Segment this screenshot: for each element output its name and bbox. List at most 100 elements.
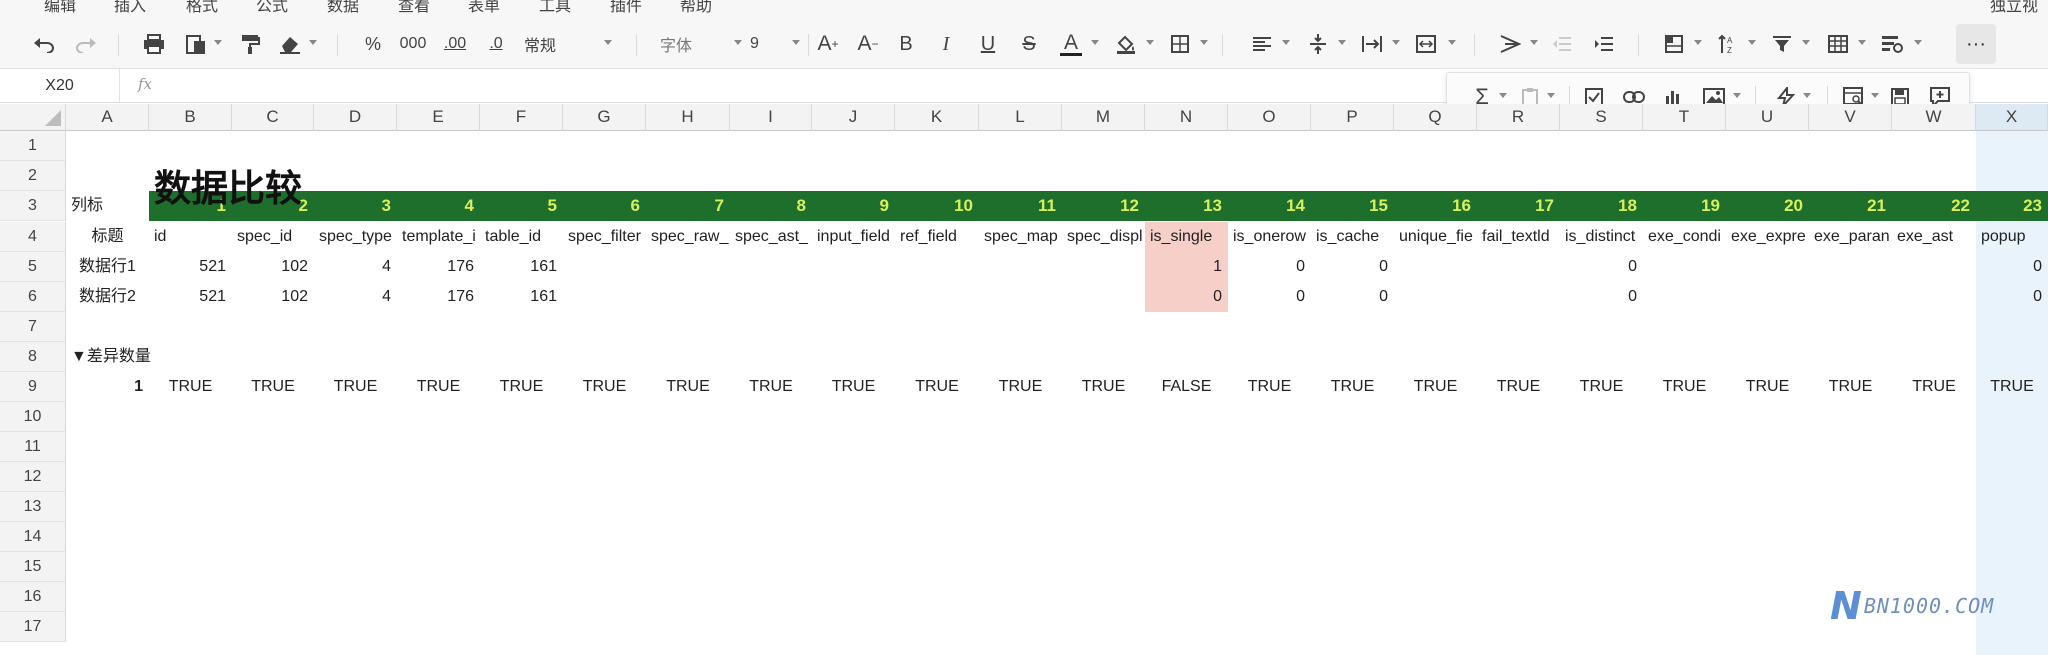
compare-result-cell[interactable]: TRUE — [812, 372, 895, 402]
column-number-cell[interactable]: 9 — [812, 191, 895, 221]
row-header-4[interactable]: 4 — [0, 222, 66, 252]
data-cell[interactable] — [1643, 282, 1726, 312]
data-cell[interactable] — [1809, 252, 1892, 282]
column-number-cell[interactable]: 8 — [730, 191, 812, 221]
data-cell[interactable] — [1643, 252, 1726, 282]
menu-insert[interactable]: 插入 — [114, 0, 146, 16]
number-format-dropdown-icon[interactable] — [604, 40, 612, 45]
column-header-o[interactable]: O — [1228, 104, 1311, 131]
borders-icon[interactable] — [1166, 28, 1194, 60]
field-header-cell[interactable]: is_cache — [1311, 222, 1394, 252]
data-cell[interactable] — [812, 282, 895, 312]
data-cell[interactable]: 0 — [1145, 282, 1228, 312]
sum-dropdown-icon[interactable] — [1499, 93, 1507, 98]
undo-icon[interactable] — [30, 28, 58, 60]
data-cell[interactable]: 176 — [397, 282, 480, 312]
borders-dropdown-icon[interactable] — [1200, 40, 1208, 45]
data-cell[interactable]: 521 — [149, 252, 232, 282]
field-header-cell[interactable]: table_id — [480, 222, 563, 252]
data-cell[interactable]: 161 — [480, 252, 563, 282]
data-cell[interactable]: 0 — [1976, 282, 2048, 312]
column-header-p[interactable]: P — [1311, 104, 1394, 131]
data-cell[interactable] — [1892, 282, 1976, 312]
compare-result-cell[interactable]: TRUE — [1560, 372, 1643, 402]
compare-result-cell[interactable]: TRUE — [730, 372, 812, 402]
font-name-dropdown-icon[interactable] — [734, 40, 742, 45]
function-icon[interactable]: fx — [138, 75, 152, 93]
data-cell[interactable] — [812, 252, 895, 282]
data-cell[interactable]: 0 — [1560, 252, 1643, 282]
menu-standalone-view[interactable]: 独立视 — [1990, 0, 2038, 16]
row-header-12[interactable]: 12 — [0, 462, 66, 492]
column-header-j[interactable]: J — [812, 104, 895, 131]
merge-icon[interactable] — [1412, 28, 1440, 60]
column-number-cell[interactable]: 23 — [1976, 191, 2048, 221]
compare-result-cell[interactable]: TRUE — [1643, 372, 1726, 402]
bold-button[interactable]: B — [894, 28, 918, 60]
data-cell[interactable]: 0 — [1228, 252, 1311, 282]
eraser-icon[interactable] — [276, 28, 304, 60]
row-header-16[interactable]: 16 — [0, 582, 66, 612]
row-header-13[interactable]: 13 — [0, 492, 66, 522]
column-number-cell[interactable]: 18 — [1560, 191, 1643, 221]
field-header-cell[interactable]: spec_id — [232, 222, 314, 252]
field-header-cell[interactable]: is_single — [1145, 222, 1228, 252]
menu-data[interactable]: 数据 — [327, 0, 359, 16]
field-header-cell[interactable]: is_onerow — [1228, 222, 1311, 252]
data-cell[interactable] — [1394, 282, 1477, 312]
column-number-cell[interactable]: 20 — [1726, 191, 1809, 221]
row-header-10[interactable]: 10 — [0, 402, 66, 432]
field-header-cell[interactable]: spec_filter — [563, 222, 646, 252]
data-cell[interactable]: 161 — [480, 282, 563, 312]
find-dropdown-icon[interactable] — [1871, 93, 1879, 98]
data-cell[interactable] — [563, 252, 646, 282]
column-header-v[interactable]: V — [1809, 104, 1892, 131]
column-header-g[interactable]: G — [563, 104, 646, 131]
column-number-cell[interactable]: 12 — [1062, 191, 1145, 221]
data-cell[interactable]: 0 — [1228, 282, 1311, 312]
conditional-format-dropdown-icon[interactable] — [1914, 40, 1922, 45]
column-header-x[interactable]: X — [1976, 104, 2048, 131]
data-cell[interactable]: 0 — [1311, 252, 1394, 282]
thousands-separator-button[interactable]: 000 — [398, 28, 428, 60]
column-header-d[interactable]: D — [314, 104, 397, 131]
row-header-7[interactable]: 7 — [0, 312, 66, 342]
row-header-9[interactable]: 9 — [0, 372, 66, 402]
menu-edit[interactable]: 编辑 — [44, 0, 76, 16]
row-header-3[interactable]: 3 — [0, 191, 66, 221]
field-header-cell[interactable]: template_i — [397, 222, 480, 252]
field-header-cell[interactable]: fail_textld — [1477, 222, 1560, 252]
compare-result-cell[interactable]: TRUE — [1228, 372, 1311, 402]
data-cell[interactable]: 0 — [1560, 282, 1643, 312]
compare-result-cell[interactable]: TRUE — [314, 372, 397, 402]
freeze-icon[interactable] — [1660, 28, 1688, 60]
field-header-cell[interactable]: ref_field — [895, 222, 979, 252]
field-header-cell[interactable]: spec_map — [979, 222, 1062, 252]
row-header-14[interactable]: 14 — [0, 522, 66, 552]
redo-icon[interactable] — [72, 28, 100, 60]
compare-result-cell[interactable]: TRUE — [1976, 372, 2048, 402]
row-header-11[interactable]: 11 — [0, 432, 66, 462]
data-cell[interactable]: 0 — [1976, 252, 2048, 282]
valign-dropdown-icon[interactable] — [1338, 40, 1346, 45]
row-header-2[interactable]: 2 — [0, 161, 66, 191]
data-cell[interactable] — [1726, 282, 1809, 312]
increase-font-size-button[interactable]: A + — [814, 28, 842, 60]
row-header-5[interactable]: 5 — [0, 252, 66, 282]
column-header-f[interactable]: F — [480, 104, 563, 131]
merge-dropdown-icon[interactable] — [1448, 40, 1456, 45]
compare-result-cell[interactable]: TRUE — [895, 372, 979, 402]
menu-tools[interactable]: 工具 — [539, 0, 571, 16]
strikethrough-button[interactable]: S — [1017, 28, 1041, 60]
column-header-r[interactable]: R — [1477, 104, 1560, 131]
row-header-15[interactable]: 15 — [0, 552, 66, 582]
table-dropdown-icon[interactable] — [1858, 40, 1866, 45]
text-rotate-icon[interactable] — [1496, 28, 1524, 60]
field-header-cell[interactable]: spec_type — [314, 222, 397, 252]
align-icon[interactable] — [1248, 28, 1276, 60]
print-icon[interactable] — [140, 28, 168, 60]
column-number-cell[interactable]: 14 — [1228, 191, 1311, 221]
fill-color-dropdown-icon[interactable] — [1146, 40, 1154, 45]
sort-icon[interactable]: AZ — [1714, 28, 1742, 60]
data-cell[interactable] — [1892, 252, 1976, 282]
